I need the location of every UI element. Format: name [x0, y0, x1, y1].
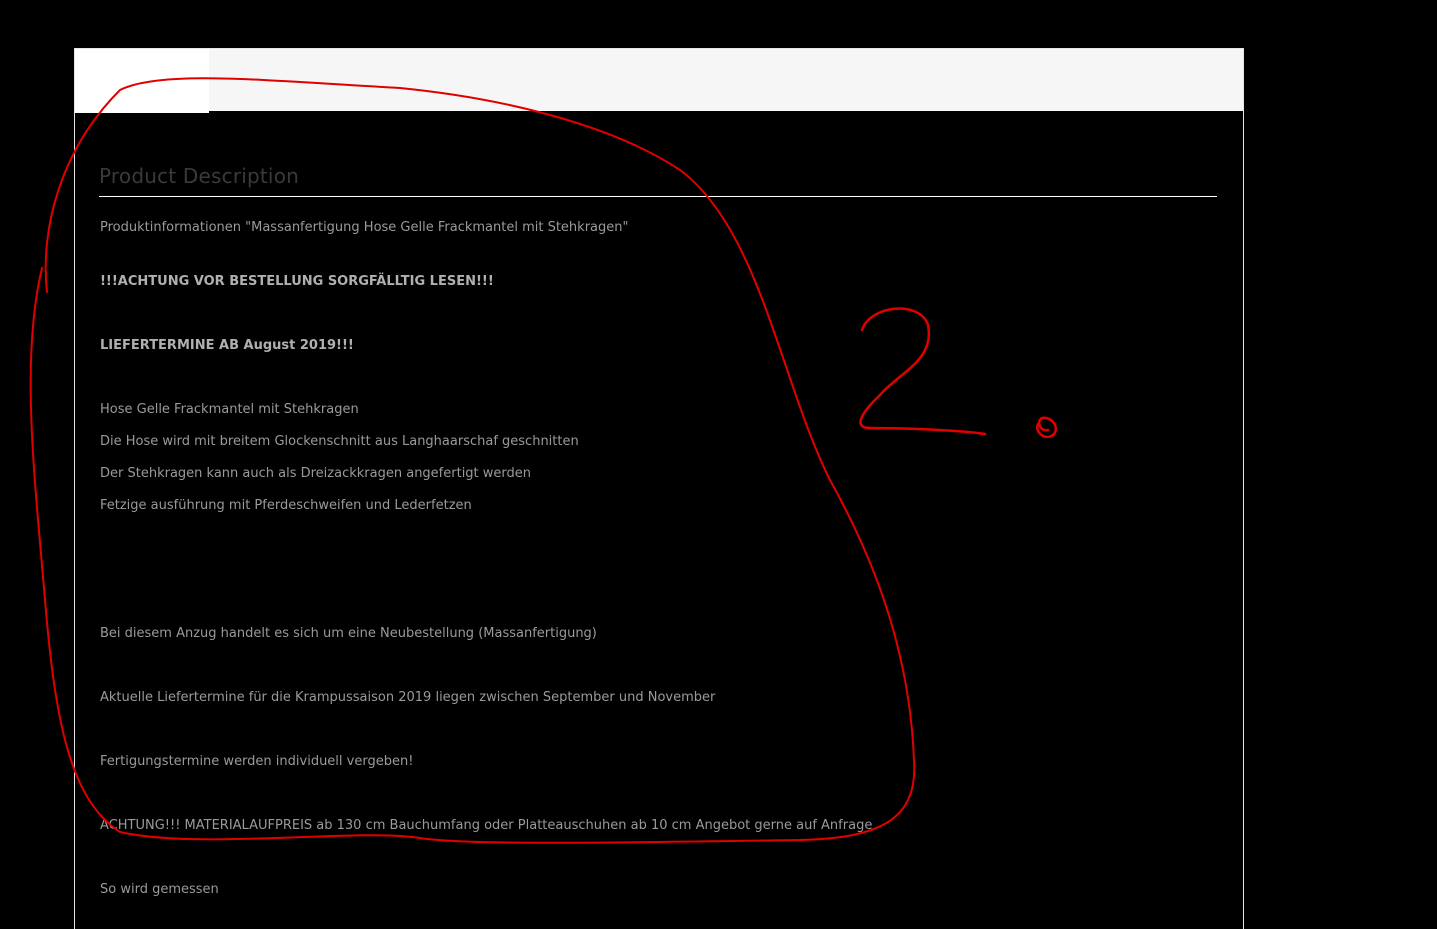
product-description-heading: Product Description [99, 164, 300, 188]
description-line: Fetzige ausführung mit Pferdeschweifen u… [100, 498, 472, 513]
measuring-guide-line: So wird gemessen [100, 882, 219, 897]
product-info-line: Produktinformationen "Massanfertigung Ho… [100, 220, 629, 235]
annotation-label: 2. [0, 0, 2, 1]
heading-divider [99, 196, 1217, 197]
description-line: Hose Gelle Frackmantel mit Stehkragen [100, 402, 359, 417]
tab-description[interactable] [75, 49, 209, 113]
material-surcharge-notice: ACHTUNG!!! MATERIALAUFPREIS ab 130 cm Ba… [100, 818, 873, 833]
description-line: Bei diesem Anzug handelt es sich um eine… [100, 626, 597, 641]
description-line: Fertigungstermine werden individuell ver… [100, 754, 414, 769]
description-line: Die Hose wird mit breitem Glockenschnitt… [100, 434, 579, 449]
delivery-dates-notice: LIEFERTERMINE AB August 2019!!! [100, 338, 354, 353]
warning-read-carefully: !!!ACHTUNG VOR BESTELLUNG SORGFÄLLTIG LE… [100, 274, 494, 289]
description-line: Der Stehkragen kann auch als Dreizackkra… [100, 466, 532, 481]
description-line: Aktuelle Liefertermine für die Krampussa… [100, 690, 716, 705]
tab-bar [75, 49, 1243, 113]
